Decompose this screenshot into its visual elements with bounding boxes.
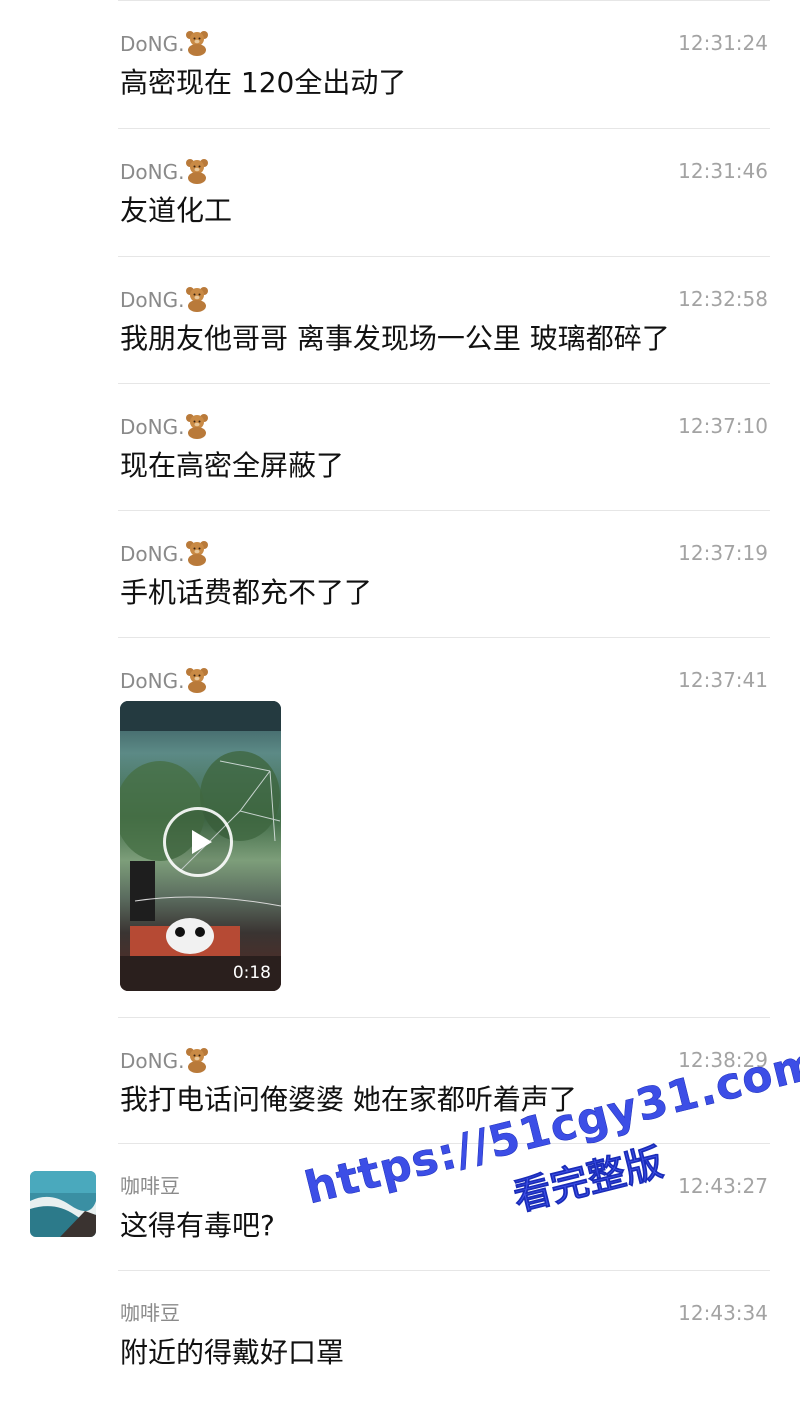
teddy-bear-icon [186, 287, 209, 312]
sender-name: DoNG. [120, 1049, 185, 1073]
message-item[interactable]: DoNG. 12:37:19 手机话费都充不了了 [0, 510, 800, 637]
teddy-bear-icon [186, 159, 209, 184]
message-text: 高密现在 120全出动了 [120, 66, 407, 99]
message-item[interactable]: 咖啡豆 12:43:34 附近的得戴好口罩 [0, 1270, 800, 1410]
teddy-bear-icon [186, 414, 209, 439]
message-item[interactable]: DoNG. 12:31:46 友道化工 [0, 128, 800, 256]
avatar-image [30, 1171, 96, 1237]
sender-name: DoNG. [120, 288, 185, 312]
separator [118, 510, 770, 511]
message-text: 现在高密全屏蔽了 [120, 449, 345, 482]
sender-name: 咖啡豆 [120, 1301, 180, 1325]
play-button[interactable] [163, 807, 233, 877]
play-icon [192, 830, 212, 854]
teddy-bear-icon [186, 668, 209, 693]
separator [118, 1270, 770, 1271]
separator [118, 383, 770, 384]
video-thumbnail[interactable]: 0:18 [120, 701, 281, 991]
message-time: 12:31:24 [678, 31, 768, 55]
message-time: 12:32:58 [678, 287, 768, 311]
sender-name: DoNG. [120, 669, 185, 693]
separator [118, 256, 770, 257]
separator [118, 637, 770, 638]
message-item[interactable]: DoNG. 12:32:58 我朋友他哥哥 离事发现场一公里 玻璃都碎了 [0, 256, 800, 383]
message-text: 我朋友他哥哥 离事发现场一公里 玻璃都碎了 [120, 322, 670, 355]
teddy-bear-icon [186, 541, 209, 566]
separator [118, 1017, 770, 1018]
message-item[interactable]: DoNG. 12:37:10 现在高密全屏蔽了 [0, 383, 800, 510]
separator [118, 0, 770, 1]
message-text: 手机话费都充不了了 [120, 576, 373, 609]
sender-name: DoNG. [120, 542, 185, 566]
teddy-bear-icon [186, 31, 209, 56]
message-time: 12:37:10 [678, 414, 768, 438]
message-text: 附近的得戴好口罩 [120, 1336, 345, 1369]
sender-name: DoNG. [120, 160, 185, 184]
sender-name: 咖啡豆 [120, 1174, 180, 1198]
message-text: 友道化工 [120, 194, 233, 227]
message-time: 12:43:34 [678, 1301, 768, 1325]
message-time: 12:31:46 [678, 159, 768, 183]
message-item[interactable]: DoNG. 12:31:24 高密现在 120全出动了 [0, 0, 800, 128]
video-duration: 0:18 [232, 963, 271, 983]
teddy-bear-icon [186, 1048, 209, 1073]
sender-name: DoNG. [120, 415, 185, 439]
separator [118, 128, 770, 129]
message-time: 12:37:19 [678, 541, 768, 565]
message-text: 这得有毒吧? [120, 1209, 275, 1242]
message-item[interactable]: DoNG. 12:37:41 0:18 [0, 637, 800, 1017]
sender-name: DoNG. [120, 32, 185, 56]
avatar[interactable] [30, 1171, 96, 1237]
message-time: 12:37:41 [678, 668, 768, 692]
